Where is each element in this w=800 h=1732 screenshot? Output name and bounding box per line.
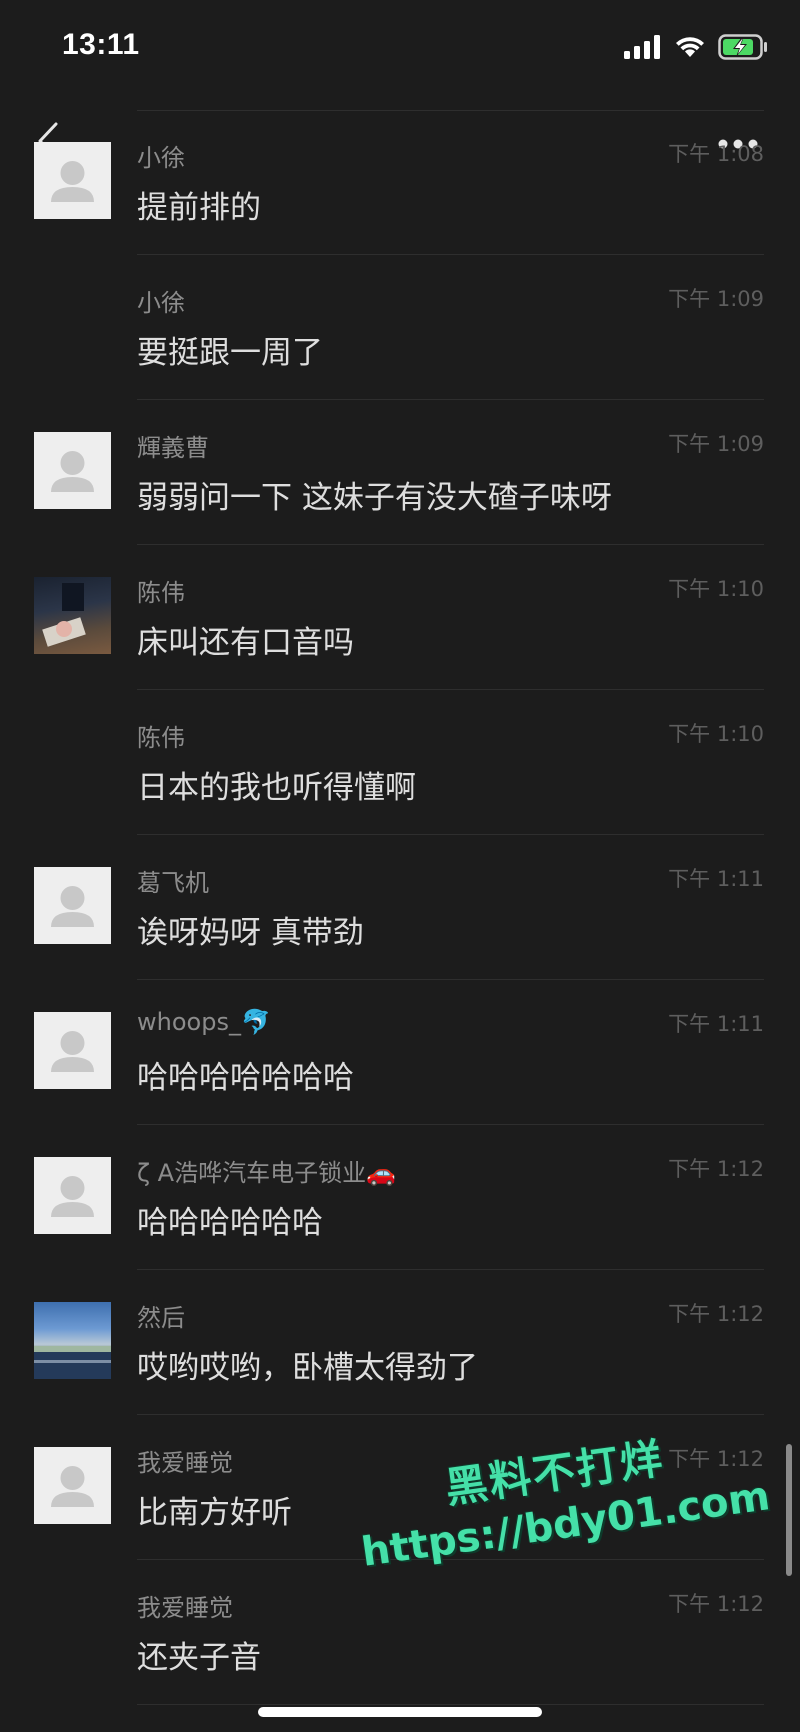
- sender-name: 小徐: [137, 144, 185, 172]
- message-item[interactable]: 小徐 下午 1:09 要挺跟一周了: [0, 255, 800, 400]
- message-text: 日本的我也听得懂啊: [137, 770, 416, 806]
- message-item[interactable]: ζ A浩哗汽车电子锁业🚗 下午 1:12 哈哈哈哈哈哈: [0, 1125, 800, 1270]
- message-item[interactable]: 小徐 下午 1:08 提前排的: [0, 110, 800, 255]
- message-item[interactable]: 輝義曹 下午 1:09 弱弱问一下 这妹子有没大碴子味呀: [0, 400, 800, 545]
- avatar[interactable]: [34, 142, 111, 219]
- battery-charging-icon: [718, 34, 768, 60]
- avatar[interactable]: [34, 1447, 111, 1524]
- message-time: 下午 1:08: [668, 142, 764, 166]
- message-time: 下午 1:12: [668, 1592, 764, 1616]
- message-item[interactable]: 我爱睡觉 下午 1:12 还夹子音: [0, 1560, 800, 1705]
- message-item[interactable]: 然后 下午 1:12 哎哟哎哟，卧槽太得劲了: [0, 1270, 800, 1415]
- message-item[interactable]: whoops_🐬 下午 1:11 哈哈哈哈哈哈哈: [0, 980, 800, 1125]
- sender-name: 輝義曹: [137, 434, 209, 462]
- message-time: 下午 1:09: [668, 287, 764, 311]
- message-time: 下午 1:09: [668, 432, 764, 456]
- message-time: 下午 1:10: [668, 577, 764, 601]
- chat-screen: 13:11 小徐 下午 1:08 提前排的 小徐 下午 1:09 要挺跟一周了 …: [0, 0, 800, 1732]
- message-text: 提前排的: [137, 190, 261, 226]
- message-time: 下午 1:12: [668, 1302, 764, 1326]
- sender-name: 我爱睡觉: [137, 1594, 233, 1622]
- avatar[interactable]: [34, 867, 111, 944]
- divider: [137, 1704, 764, 1705]
- message-text: 哈哈哈哈哈哈哈: [137, 1060, 354, 1096]
- default-avatar-icon: [51, 1176, 94, 1217]
- wifi-icon: [674, 35, 706, 59]
- avatar[interactable]: [34, 1012, 111, 1089]
- message-item[interactable]: 葛飞机 下午 1:11 诶呀妈呀 真带劲: [0, 835, 800, 980]
- signal-icon: [624, 35, 662, 59]
- status-icons: [624, 34, 768, 60]
- message-time: 下午 1:10: [668, 722, 764, 746]
- sender-name: 然后: [137, 1304, 185, 1332]
- sender-name: 小徐: [137, 289, 185, 317]
- status-time: 13:11: [62, 28, 140, 61]
- home-indicator[interactable]: [258, 1707, 542, 1717]
- sender-name: 陈伟: [137, 579, 185, 607]
- avatar-photo[interactable]: [34, 577, 111, 654]
- default-avatar-icon: [51, 886, 94, 927]
- message-item[interactable]: 陈伟 下午 1:10 日本的我也听得懂啊: [0, 690, 800, 835]
- message-text: 床叫还有口音吗: [137, 625, 354, 661]
- message-time: 下午 1:11: [668, 867, 764, 891]
- avatar-photo[interactable]: [34, 1302, 111, 1379]
- message-text: 还夹子音: [137, 1640, 261, 1676]
- default-avatar-icon: [51, 161, 94, 202]
- default-avatar-icon: [51, 1031, 94, 1072]
- avatar[interactable]: [34, 1157, 111, 1234]
- sender-name: 陈伟: [137, 724, 185, 752]
- message-item[interactable]: 陈伟 下午 1:10 床叫还有口音吗: [0, 545, 800, 690]
- scrollbar[interactable]: [786, 1444, 792, 1576]
- message-text: 哎哟哎哟，卧槽太得劲了: [137, 1350, 478, 1386]
- message-text: 诶呀妈呀 真带劲: [137, 915, 364, 951]
- default-avatar-icon: [51, 451, 94, 492]
- message-text: 要挺跟一周了: [137, 335, 323, 371]
- message-text: 弱弱问一下 这妹子有没大碴子味呀: [137, 480, 612, 516]
- message-text: 哈哈哈哈哈哈: [137, 1205, 323, 1241]
- default-avatar-icon: [51, 1466, 94, 1507]
- sender-name: 我爱睡觉: [137, 1449, 233, 1477]
- sender-name: 葛飞机: [137, 869, 209, 897]
- sender-name: ζ A浩哗汽车电子锁业🚗: [137, 1159, 396, 1187]
- status-bar: 13:11: [0, 0, 800, 100]
- avatar[interactable]: [34, 432, 111, 509]
- sender-name: whoops_🐬: [137, 1008, 271, 1036]
- message-time: 下午 1:11: [668, 1012, 764, 1036]
- message-time: 下午 1:12: [668, 1157, 764, 1181]
- message-text: 比南方好听: [137, 1495, 292, 1531]
